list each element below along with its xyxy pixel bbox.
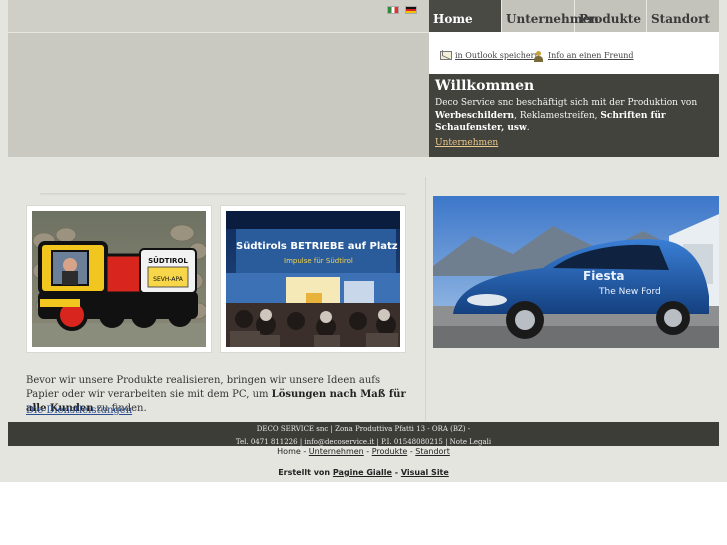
footer-contact: Tel. 0471 811226 | info@decoservice.it |… xyxy=(235,438,492,446)
bottom-nav-standort[interactable]: Standort xyxy=(415,447,450,456)
train-sign-bottom-text: SEVH-APA xyxy=(153,276,184,283)
car-wrap-text1: Fiesta xyxy=(583,269,624,283)
pagine-gialle-link[interactable]: Pagine Gialle xyxy=(333,468,392,477)
nav-item-home[interactable]: Home xyxy=(429,0,502,32)
welcome-box: Willkommen Deco Service snc beschäftigt … xyxy=(429,74,719,157)
main-nav: Home Unternehmen Produkte Standort xyxy=(429,0,719,32)
photo-car-wrap: Fiesta The New Ford xyxy=(433,196,719,348)
welcome-title: Willkommen xyxy=(435,78,535,94)
footer-bar: DECO SERVICE snc | Zona Produttiva Pfatt… xyxy=(8,422,719,446)
car-wrap-image: Fiesta The New Ford xyxy=(433,196,719,348)
nav-item-standort[interactable]: Standort xyxy=(647,0,719,32)
services-link[interactable]: Die Dienstleistungen xyxy=(26,405,132,416)
mail-icon xyxy=(440,51,452,60)
bottom-nav-sep: - xyxy=(409,447,413,456)
header-top-bar xyxy=(8,0,429,33)
outlook-save-link[interactable]: in Outlook speichern xyxy=(440,51,540,60)
event-banner-line2: Impulse für Südtirol xyxy=(284,257,353,265)
german-flag-icon[interactable] xyxy=(405,6,417,14)
event-banner-line1: Südtirols BETRIEBE auf Platz 1! xyxy=(236,241,400,252)
train-sign-image: SÜDTIROL SEVH-APA xyxy=(32,211,206,347)
created-by-prefix: Erstellt von xyxy=(278,468,331,477)
tell-friend-link[interactable]: Info an einen Freund xyxy=(533,51,634,62)
utility-links-bar: in Outlook speichern Info an einen Freun… xyxy=(429,32,719,74)
bottom-nav-sep: - xyxy=(303,447,307,456)
bottom-nav: Home - Unternehmen - Produkte - Standort xyxy=(0,447,727,456)
decorative-shadow-line xyxy=(40,193,406,196)
visual-site-link[interactable]: Visual Site xyxy=(401,468,449,477)
nav-item-produkte[interactable]: Produkte xyxy=(575,0,647,32)
event-hall-image: Südtirols BETRIEBE auf Platz 1! Impulse … xyxy=(226,211,400,347)
created-by-sep: - xyxy=(394,468,399,477)
welcome-text: Deco Service snc beschäftigt sich mit de… xyxy=(435,98,698,133)
bottom-nav-produkte[interactable]: Produkte xyxy=(372,447,408,456)
person-icon xyxy=(533,51,545,62)
train-sign-top-text: SÜDTIROL xyxy=(148,256,188,265)
bottom-nav-unternehmen[interactable]: Unternehmen xyxy=(309,447,364,456)
outlook-save-label: in Outlook speichern xyxy=(455,51,540,60)
photo-train-sign: SÜDTIROL SEVH-APA xyxy=(26,205,212,353)
italian-flag-icon[interactable] xyxy=(387,6,399,14)
nav-item-unternehmen[interactable]: Unternehmen xyxy=(502,0,599,32)
created-by-line: Erstellt von Pagine Gialle - Visual Site xyxy=(0,468,727,477)
footer-address: DECO SERVICE snc | Zona Produttiva Pfatt… xyxy=(256,425,471,433)
welcome-unternehmen-link[interactable]: Unternehmen xyxy=(435,138,713,148)
bottom-nav-home[interactable]: Home xyxy=(277,447,301,456)
bottom-nav-sep: - xyxy=(366,447,370,456)
photo-event-hall: Südtirols BETRIEBE auf Platz 1! Impulse … xyxy=(220,205,406,353)
tell-friend-label: Info an einen Freund xyxy=(548,51,634,60)
car-wrap-text2: The New Ford xyxy=(598,287,661,297)
column-divider xyxy=(425,177,426,421)
